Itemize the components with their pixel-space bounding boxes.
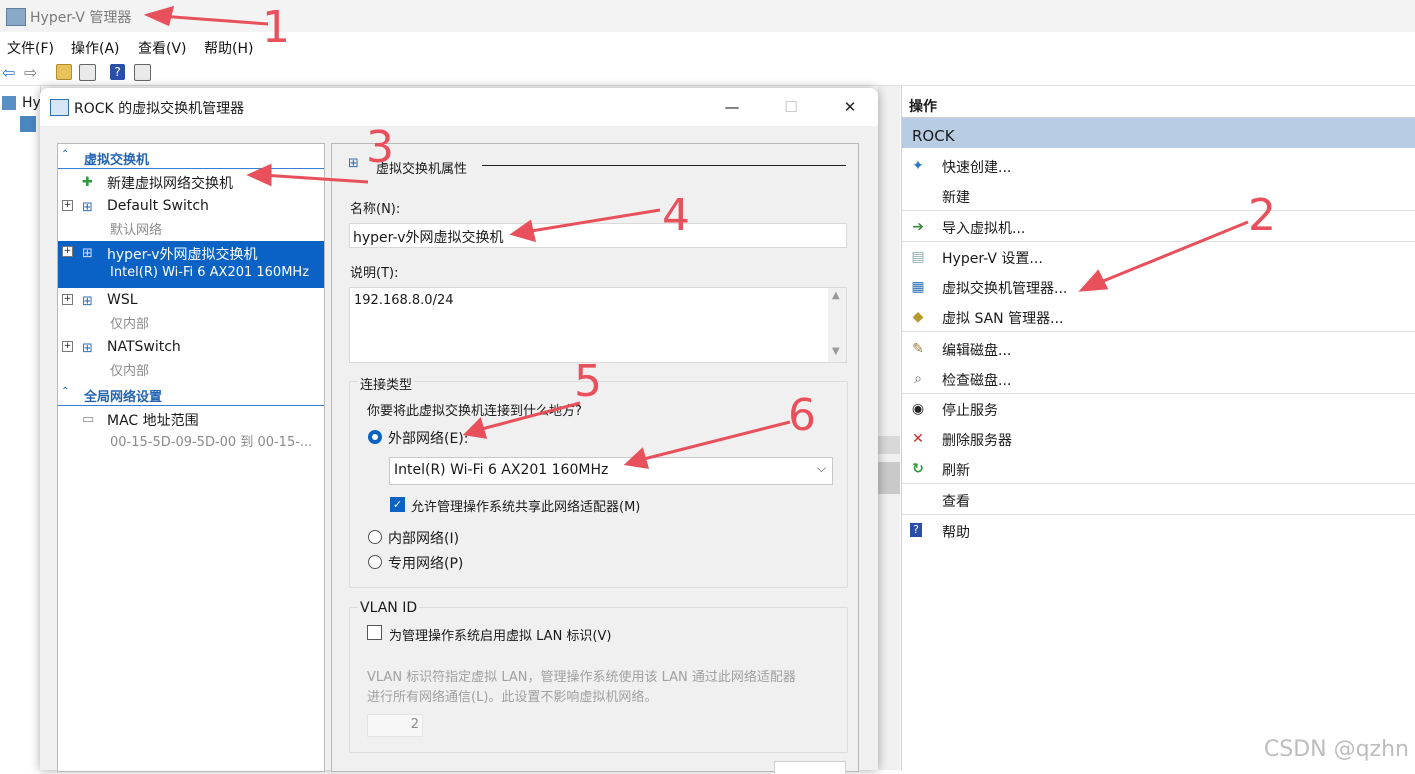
- annotation-arrowhead-6: [623, 447, 650, 469]
- annotation-label-3: 3: [366, 122, 394, 173]
- annotation-arrowhead-4: [509, 219, 537, 243]
- annotation-layer: [143, 5, 1249, 469]
- annotation-label-4: 4: [662, 190, 690, 241]
- annotation-arrowhead-2: [1078, 269, 1109, 292]
- annotation-arrow-2: [1095, 220, 1249, 286]
- watermark: CSDN @qzhn: [1263, 737, 1409, 762]
- annotation-arrow-6: [639, 420, 791, 462]
- annotation-label-2: 2: [1248, 190, 1276, 241]
- annotation-arrowhead-5: [462, 417, 488, 439]
- annotation-arrow-1: [159, 14, 269, 26]
- annotation-arrowhead-1: [143, 5, 175, 27]
- annotation-arrow-5: [477, 401, 581, 432]
- annotation-arrow-3: [261, 173, 369, 184]
- annotation-label-6: 6: [788, 390, 816, 441]
- annotation-label-5: 5: [574, 356, 602, 407]
- annotation-label-1: 1: [262, 2, 290, 53]
- annotation-arrowhead-3: [246, 163, 272, 187]
- annotation-arrow-4: [524, 208, 661, 234]
